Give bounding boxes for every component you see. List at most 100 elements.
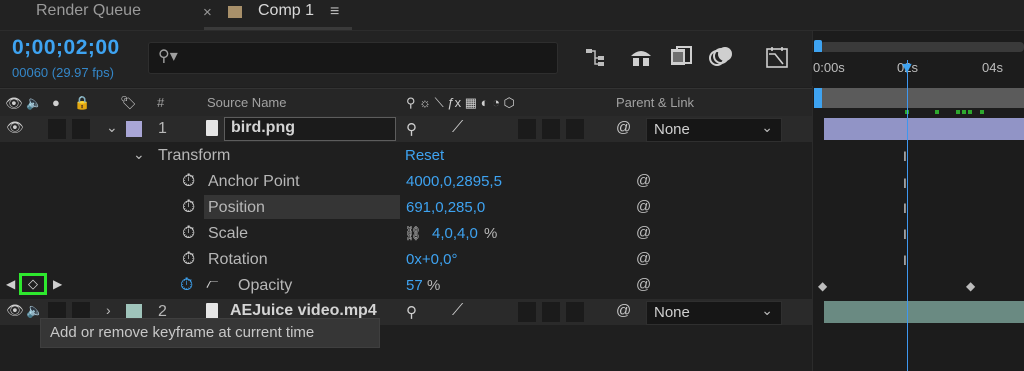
composition-flowchart-icon[interactable] <box>582 44 608 70</box>
transform-reset-link[interactable]: Reset <box>405 147 444 164</box>
parent-value: None <box>654 121 690 138</box>
current-time-indicator-head-icon[interactable]: ▼ <box>899 60 915 78</box>
chevron-down-icon[interactable]: ⌄ <box>106 119 118 136</box>
graph-editor-icon[interactable] <box>764 44 790 70</box>
switch-cell[interactable] <box>566 302 584 322</box>
switch-cell[interactable] <box>518 119 536 139</box>
image-file-icon <box>206 120 218 136</box>
active-tab-indicator <box>204 27 352 30</box>
parent-dropdown-1[interactable]: None ⌄ <box>646 118 782 142</box>
property-row-anchor-point[interactable]: ⏱ Anchor Point 4000,0,2895,5 @ <box>0 169 812 195</box>
stopwatch-icon[interactable]: ⏱ <box>182 197 195 217</box>
layer-1-duration-bar[interactable] <box>824 118 1024 140</box>
pickwhip-icon[interactable]: @ <box>636 198 651 215</box>
graph-icon[interactable]: ⦧ <box>206 275 218 292</box>
property-row-opacity[interactable]: ◀ ◇ ▶ ⏱ ⦧ Opacity 57 % @ <box>0 273 812 299</box>
constrain-proportions-link-icon[interactable]: ⛓ <box>404 225 422 242</box>
pickwhip-icon[interactable]: @ <box>616 302 631 319</box>
stopwatch-active-icon[interactable]: ⏱ <box>180 275 193 295</box>
layer-name-field[interactable]: bird.png <box>224 117 396 141</box>
transform-group-row[interactable]: ⌄ Transform Reset <box>0 143 812 169</box>
label-color-swatch[interactable] <box>126 121 142 137</box>
column-source-name[interactable]: Source Name <box>207 95 286 110</box>
current-time-indicator-line[interactable] <box>907 60 908 371</box>
layer-2-duration-bar[interactable] <box>824 301 1024 323</box>
shy-layers-icon[interactable] <box>628 44 654 70</box>
audio-icon[interactable]: 🔈 <box>26 95 42 111</box>
keyframe-icon[interactable]: ◆ <box>966 279 975 293</box>
property-value[interactable]: 0x+0,0° <box>406 251 457 268</box>
tab-comp-1[interactable]: Comp 1 <box>258 2 314 20</box>
property-value[interactable]: 4000,0,2895,5 <box>406 173 502 190</box>
property-value[interactable]: 57 <box>406 277 423 294</box>
tab-menu-icon[interactable]: ≡ <box>330 3 339 21</box>
pickwhip-icon[interactable]: @ <box>636 250 651 267</box>
layer-name-text[interactable]: bird.png <box>231 119 295 137</box>
current-time-display[interactable]: 0;00;02;00 <box>12 36 120 60</box>
property-row-rotation[interactable]: ⏱ Rotation 0x+0,0° @ <box>0 247 812 273</box>
parent-dropdown-2[interactable]: None ⌄ <box>646 301 782 325</box>
shy-switch-icon[interactable]: ⚲ <box>406 120 417 138</box>
add-remove-keyframe-button[interactable]: ◇ <box>19 273 47 295</box>
motion-blur-icon[interactable] <box>708 44 734 70</box>
solo-switch[interactable] <box>48 119 66 139</box>
audio-icon[interactable]: 🔈 <box>26 302 43 319</box>
lock-icon[interactable]: 🔒 <box>74 95 90 111</box>
layer-search-input[interactable] <box>148 42 558 74</box>
column-header-row: 👁 🔈 ● 🔒 🏷 # Source Name ⚲ ☼ ⟍ ƒx ▦ ◐ ◔ ⬡… <box>0 88 812 118</box>
property-name: Opacity <box>238 277 293 294</box>
pickwhip-icon[interactable]: @ <box>616 119 631 136</box>
property-row-scale[interactable]: ⏱ Scale ⛓ 4,0,4,0 % @ <box>0 221 812 247</box>
layer-row-1[interactable]: 👁 ⌄ 1 bird.png ⚲ ⟋ @ None ⌄ <box>0 116 812 142</box>
ruler-label-0s: 0:00s <box>813 60 845 75</box>
lock-switch[interactable] <box>72 119 90 139</box>
stopwatch-icon[interactable]: ⏱ <box>182 171 195 191</box>
work-area-bar[interactable] <box>820 88 1024 108</box>
pickwhip-icon[interactable]: @ <box>636 224 651 241</box>
cache-indicator <box>962 110 966 114</box>
property-name: Scale <box>208 225 249 242</box>
chevron-down-icon[interactable]: ⌄ <box>133 146 145 163</box>
search-icon[interactable]: ⚲▾ <box>158 46 178 66</box>
switches-icons[interactable]: ⚲ ☼ ⟍ ƒx ▦ ◐ ◔ ⬡ <box>406 95 515 111</box>
switch-cell[interactable] <box>542 119 560 139</box>
property-unit: % <box>484 225 498 242</box>
eye-icon[interactable]: 👁 <box>6 302 24 319</box>
switch-cell[interactable] <box>518 302 536 322</box>
eye-icon[interactable]: 👁 <box>6 119 24 136</box>
transform-label: Transform <box>158 147 231 164</box>
column-number[interactable]: # <box>157 95 164 110</box>
property-row-position[interactable]: ⏱ Position 691,0,285,0 @ <box>0 195 812 221</box>
keyframe-icon[interactable]: ◆ <box>818 279 827 293</box>
pickwhip-icon[interactable]: @ <box>636 172 651 189</box>
switch-cell[interactable] <box>542 302 560 322</box>
previous-keyframe-icon[interactable]: ◀ <box>6 277 15 291</box>
property-value[interactable]: 691,0,285,0 <box>406 199 485 216</box>
column-parent-link[interactable]: Parent & Link <box>616 95 694 110</box>
next-keyframe-icon[interactable]: ▶ <box>53 277 62 291</box>
close-tab-icon[interactable]: × <box>203 4 212 21</box>
label-tag-icon[interactable]: 🏷 <box>120 95 137 111</box>
quality-switch-icon[interactable]: ⟋ <box>452 302 463 320</box>
property-value[interactable]: 4,0,4,0 <box>432 225 478 242</box>
property-name: Rotation <box>208 251 268 268</box>
cache-indicator <box>980 110 984 114</box>
comp-swatch-icon <box>228 6 242 18</box>
cache-indicator <box>956 110 960 114</box>
shy-switch-icon[interactable]: ⚲ <box>406 303 417 321</box>
quality-switch-icon[interactable]: ⟋ <box>452 119 463 137</box>
parent-value: None <box>654 304 690 321</box>
frame-blending-icon[interactable] <box>668 44 694 70</box>
work-area-start-handle[interactable] <box>814 88 822 108</box>
stopwatch-icon[interactable]: ⏱ <box>182 223 195 243</box>
property-name: Position <box>208 199 265 216</box>
tab-render-queue[interactable]: Render Queue <box>36 2 141 20</box>
pickwhip-icon[interactable]: @ <box>636 276 651 293</box>
chevron-right-icon[interactable]: › <box>106 302 111 318</box>
stopwatch-icon[interactable]: ⏱ <box>182 249 195 269</box>
frame-rate-display: 00060 (29.97 fps) <box>12 65 114 80</box>
switch-cell[interactable] <box>566 119 584 139</box>
video-visibility-icon[interactable]: 👁 <box>5 95 23 112</box>
solo-icon[interactable]: ● <box>52 95 60 110</box>
time-navigator-bar[interactable] <box>820 42 1024 52</box>
